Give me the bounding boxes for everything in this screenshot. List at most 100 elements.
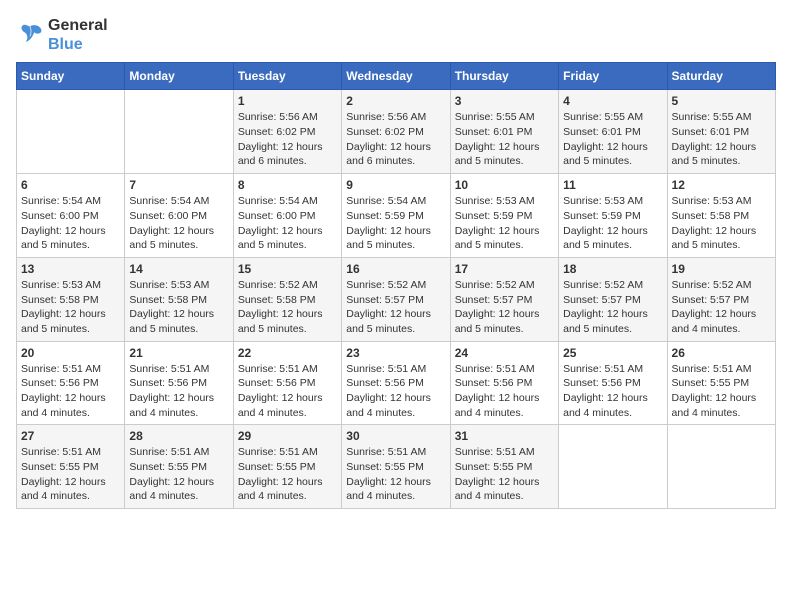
calendar-day-cell: [125, 90, 233, 174]
logo-bird-icon: [16, 21, 44, 49]
calendar-day-cell: 27 Sunrise: 5:51 AMSunset: 5:55 PMDayligh…: [17, 425, 125, 509]
page-header: General Blue: [16, 16, 776, 54]
calendar-day-cell: 3 Sunrise: 5:55 AMSunset: 6:01 PMDaylight…: [450, 90, 558, 174]
day-info: Sunrise: 5:53 AMSunset: 5:59 PMDaylight:…: [563, 194, 662, 253]
calendar-day-cell: 23Sunrise: 5:51 AMSunset: 5:56 PMDayligh…: [342, 341, 450, 425]
calendar-day-cell: 28 Sunrise: 5:51 AMSunset: 5:55 PMDayligh…: [125, 425, 233, 509]
calendar-day-cell: 9Sunrise: 5:54 AMSunset: 5:59 PMDaylight…: [342, 174, 450, 258]
calendar-day-cell: 11 Sunrise: 5:53 AMSunset: 5:59 PMDayligh…: [559, 174, 667, 258]
calendar-day-cell: [559, 425, 667, 509]
day-info: Sunrise: 5:52 AMSunset: 5:57 PMDaylight:…: [346, 278, 445, 337]
day-info: Sunrise: 5:53 AMSunset: 5:59 PMDaylight:…: [455, 194, 554, 253]
calendar-day-cell: 16Sunrise: 5:52 AMSunset: 5:57 PMDayligh…: [342, 257, 450, 341]
day-of-week-header: Tuesday: [233, 63, 341, 90]
day-info: Sunrise: 5:51 AMSunset: 5:55 PMDaylight:…: [238, 445, 337, 504]
day-info: Sunrise: 5:51 AMSunset: 5:55 PMDaylight:…: [455, 445, 554, 504]
day-number: 10: [455, 178, 554, 192]
day-number: 26: [672, 346, 771, 360]
day-number: 20: [21, 346, 120, 360]
calendar-day-cell: 17Sunrise: 5:52 AMSunset: 5:57 PMDayligh…: [450, 257, 558, 341]
calendar-day-cell: 31Sunrise: 5:51 AMSunset: 5:55 PMDayligh…: [450, 425, 558, 509]
day-of-week-header: Sunday: [17, 63, 125, 90]
calendar-day-cell: 10 Sunrise: 5:53 AMSunset: 5:59 PMDayligh…: [450, 174, 558, 258]
day-number: 22: [238, 346, 337, 360]
day-number: 27: [21, 429, 120, 443]
day-info: Sunrise: 5:51 AMSunset: 5:55 PMDaylight:…: [21, 445, 120, 504]
day-info: Sunrise: 5:55 AMSunset: 6:01 PMDaylight:…: [563, 110, 662, 169]
logo-text: General Blue: [48, 16, 108, 54]
calendar-day-cell: 6 Sunrise: 5:54 AMSunset: 6:00 PMDaylight…: [17, 174, 125, 258]
calendar-day-cell: 13 Sunrise: 5:53 AMSunset: 5:58 PMDayligh…: [17, 257, 125, 341]
calendar-day-cell: 5 Sunrise: 5:55 AMSunset: 6:01 PMDaylight…: [667, 90, 775, 174]
day-info: Sunrise: 5:51 AMSunset: 5:55 PMDaylight:…: [129, 445, 228, 504]
calendar-day-cell: 19 Sunrise: 5:52 AMSunset: 5:57 PMDayligh…: [667, 257, 775, 341]
day-info: Sunrise: 5:51 AMSunset: 5:55 PMDaylight:…: [346, 445, 445, 504]
day-number: 12: [672, 178, 771, 192]
day-number: 3: [455, 94, 554, 108]
day-number: 19: [672, 262, 771, 276]
calendar-day-cell: 2 Sunrise: 5:56 AMSunset: 6:02 PMDaylight…: [342, 90, 450, 174]
day-number: 2: [346, 94, 445, 108]
day-info: Sunrise: 5:54 AMSunset: 6:00 PMDaylight:…: [21, 194, 120, 253]
day-info: Sunrise: 5:54 AMSunset: 6:00 PMDaylight:…: [129, 194, 228, 253]
calendar-day-cell: 4 Sunrise: 5:55 AMSunset: 6:01 PMDaylight…: [559, 90, 667, 174]
day-info: Sunrise: 5:51 AMSunset: 5:56 PMDaylight:…: [563, 362, 662, 421]
day-number: 13: [21, 262, 120, 276]
calendar-day-cell: 15 Sunrise: 5:52 AMSunset: 5:58 PMDayligh…: [233, 257, 341, 341]
calendar-day-cell: 8 Sunrise: 5:54 AMSunset: 6:00 PMDaylight…: [233, 174, 341, 258]
day-number: 6: [21, 178, 120, 192]
day-info: Sunrise: 5:55 AMSunset: 6:01 PMDaylight:…: [672, 110, 771, 169]
day-info: Sunrise: 5:51 AMSunset: 5:55 PMDaylight:…: [672, 362, 771, 421]
day-number: 23: [346, 346, 445, 360]
calendar-day-cell: [17, 90, 125, 174]
day-number: 30: [346, 429, 445, 443]
day-info: Sunrise: 5:51 AMSunset: 5:56 PMDaylight:…: [21, 362, 120, 421]
calendar-day-cell: 1Sunrise: 5:56 AMSunset: 6:02 PMDaylight…: [233, 90, 341, 174]
calendar-week-row: 20 Sunrise: 5:51 AMSunset: 5:56 PMDayligh…: [17, 341, 776, 425]
day-number: 24: [455, 346, 554, 360]
day-number: 25: [563, 346, 662, 360]
day-info: Sunrise: 5:56 AMSunset: 6:02 PMDaylight:…: [346, 110, 445, 169]
calendar-day-cell: 18 Sunrise: 5:52 AMSunset: 5:57 PMDayligh…: [559, 257, 667, 341]
calendar-week-row: 1Sunrise: 5:56 AMSunset: 6:02 PMDaylight…: [17, 90, 776, 174]
day-of-week-header: Friday: [559, 63, 667, 90]
day-info: Sunrise: 5:56 AMSunset: 6:02 PMDaylight:…: [238, 110, 337, 169]
day-info: Sunrise: 5:51 AMSunset: 5:56 PMDaylight:…: [238, 362, 337, 421]
calendar-week-row: 13 Sunrise: 5:53 AMSunset: 5:58 PMDayligh…: [17, 257, 776, 341]
day-info: Sunrise: 5:53 AMSunset: 5:58 PMDaylight:…: [21, 278, 120, 337]
calendar-day-cell: 22 Sunrise: 5:51 AMSunset: 5:56 PMDayligh…: [233, 341, 341, 425]
day-info: Sunrise: 5:55 AMSunset: 6:01 PMDaylight:…: [455, 110, 554, 169]
calendar-day-cell: 20 Sunrise: 5:51 AMSunset: 5:56 PMDayligh…: [17, 341, 125, 425]
calendar-day-cell: 24Sunrise: 5:51 AMSunset: 5:56 PMDayligh…: [450, 341, 558, 425]
calendar-day-cell: 30 Sunrise: 5:51 AMSunset: 5:55 PMDayligh…: [342, 425, 450, 509]
day-info: Sunrise: 5:52 AMSunset: 5:57 PMDaylight:…: [455, 278, 554, 337]
day-of-week-header: Wednesday: [342, 63, 450, 90]
day-number: 28: [129, 429, 228, 443]
calendar-day-cell: 29Sunrise: 5:51 AMSunset: 5:55 PMDayligh…: [233, 425, 341, 509]
day-number: 7: [129, 178, 228, 192]
calendar-day-cell: 7 Sunrise: 5:54 AMSunset: 6:00 PMDaylight…: [125, 174, 233, 258]
day-number: 4: [563, 94, 662, 108]
day-number: 15: [238, 262, 337, 276]
day-info: Sunrise: 5:53 AMSunset: 5:58 PMDaylight:…: [672, 194, 771, 253]
day-of-week-header: Saturday: [667, 63, 775, 90]
day-number: 18: [563, 262, 662, 276]
day-number: 21: [129, 346, 228, 360]
day-info: Sunrise: 5:54 AMSunset: 6:00 PMDaylight:…: [238, 194, 337, 253]
day-of-week-header: Thursday: [450, 63, 558, 90]
day-number: 14: [129, 262, 228, 276]
calendar-table: SundayMondayTuesdayWednesdayThursdayFrid…: [16, 62, 776, 509]
calendar-day-cell: 21 Sunrise: 5:51 AMSunset: 5:56 PMDayligh…: [125, 341, 233, 425]
logo: General Blue: [16, 16, 108, 54]
day-info: Sunrise: 5:51 AMSunset: 5:56 PMDaylight:…: [129, 362, 228, 421]
day-number: 11: [563, 178, 662, 192]
day-info: Sunrise: 5:52 AMSunset: 5:57 PMDaylight:…: [563, 278, 662, 337]
day-info: Sunrise: 5:54 AMSunset: 5:59 PMDaylight:…: [346, 194, 445, 253]
day-info: Sunrise: 5:52 AMSunset: 5:58 PMDaylight:…: [238, 278, 337, 337]
calendar-day-cell: [667, 425, 775, 509]
day-number: 5: [672, 94, 771, 108]
day-info: Sunrise: 5:52 AMSunset: 5:57 PMDaylight:…: [672, 278, 771, 337]
calendar-day-cell: 12 Sunrise: 5:53 AMSunset: 5:58 PMDayligh…: [667, 174, 775, 258]
day-number: 8: [238, 178, 337, 192]
calendar-week-row: 27 Sunrise: 5:51 AMSunset: 5:55 PMDayligh…: [17, 425, 776, 509]
